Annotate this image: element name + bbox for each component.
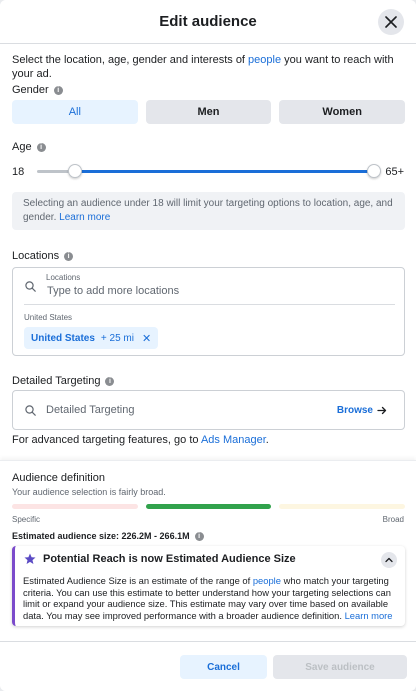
intro-text-part: Select the location, age, gender and int… [12,54,249,66]
collapse-button[interactable] [381,552,397,568]
edit-audience-dialog: Edit audience Select the location, age, … [0,0,416,691]
arrow-right-icon [377,406,387,415]
learn-more-link[interactable]: Learn more [345,610,393,621]
audience-definition-title: Audience definition [12,472,105,484]
remove-location-icon[interactable]: ✕ [142,332,151,345]
age-max-handle[interactable] [367,164,381,178]
audience-definition-subtitle: Your audience selection is fairly broad. [12,487,166,497]
chevron-up-icon [385,557,393,563]
breadth-meter-broad [279,504,405,509]
reach-card-title: Potential Reach is now Estimated Audienc… [43,553,296,565]
locations-label-text: Locations [12,250,60,262]
cancel-button[interactable]: Cancel [180,655,267,679]
info-icon[interactable]: i [105,376,115,386]
learn-more-link[interactable]: Learn more [59,212,110,223]
gender-men-button[interactable]: Men [145,100,272,124]
locations-label: Locations i [12,250,74,262]
audience-form: Select the location, age, gender and int… [0,45,416,460]
info-icon[interactable]: i [194,531,204,541]
gender-label-text: Gender [12,84,49,96]
estimated-audience-size: Estimated audience size: 226.2M - 266.1M… [12,531,204,541]
info-icon[interactable]: i [36,142,46,152]
age-label-text: Age [12,141,32,153]
divider [24,304,395,305]
locations-field: Locations Type to add more locations Uni… [12,267,405,356]
advanced-text: For advanced targeting features, go to [12,434,201,446]
reach-card-body: Estimated Audience Size is an estimate o… [23,575,395,621]
reach-info-card: Potential Reach is now Estimated Audienc… [12,546,405,626]
info-icon[interactable]: i [64,251,74,261]
dialog-title: Edit audience [159,13,257,30]
estimated-size-text: Estimated audience size: 226.2M - 266.1M [12,531,190,541]
locations-input-label: Locations [46,273,81,282]
gender-all-button[interactable]: All [12,100,138,124]
broad-label: Broad [382,515,404,524]
people-link[interactable]: people [253,575,281,586]
age-label: Age i [12,141,46,153]
close-icon [385,16,397,28]
locations-input[interactable]: Type to add more locations [47,285,179,297]
browse-label: Browse [336,405,373,416]
advanced-targeting-text: For advanced targeting features, go to A… [12,434,269,446]
save-audience-button[interactable]: Save audience [273,655,407,679]
age-max-value: 65+ [385,166,404,178]
gender-women-button[interactable]: Women [279,100,406,124]
ads-manager-link[interactable]: Ads Manager [201,434,266,446]
intro-text: Select the location, age, gender and int… [12,53,407,81]
chip-radius: + 25 mi [100,332,134,344]
dialog-header: Edit audience [0,0,416,44]
gender-selector: All Men Women [12,100,406,124]
people-link[interactable]: people [248,54,281,66]
close-button[interactable] [378,9,404,35]
location-chip[interactable]: United States + 25 mi ✕ [24,327,159,349]
detailed-targeting-label: Detailed Targeting i [12,375,115,387]
chip-location-name: United States [31,332,95,344]
breadth-meter-middle [146,504,271,509]
gender-label: Gender i [12,84,63,96]
info-icon[interactable]: i [53,85,63,95]
search-icon [25,281,36,292]
age-slider-range [75,170,374,173]
browse-button[interactable]: Browse [337,405,387,416]
search-icon [25,405,36,416]
age-min-value: 18 [12,166,25,178]
detailed-targeting-input[interactable]: Detailed Targeting [46,404,134,416]
age-min-handle[interactable] [68,164,82,178]
reach-card-text: Estimated Audience Size is an estimate o… [23,575,253,586]
specific-label: Specific [12,515,41,524]
detailed-targeting-label-text: Detailed Targeting [12,375,101,387]
country-heading: United States [24,313,73,322]
star-icon [24,553,36,564]
footer-divider [0,641,416,642]
breadth-meter-specific [12,504,138,509]
age-notice: Selecting an audience under 18 will limi… [12,192,405,230]
advanced-text-end: . [265,434,269,446]
detailed-targeting-field[interactable]: Detailed Targeting Browse [12,390,405,430]
audience-definition-panel: Audience definition Your audience select… [0,460,416,691]
